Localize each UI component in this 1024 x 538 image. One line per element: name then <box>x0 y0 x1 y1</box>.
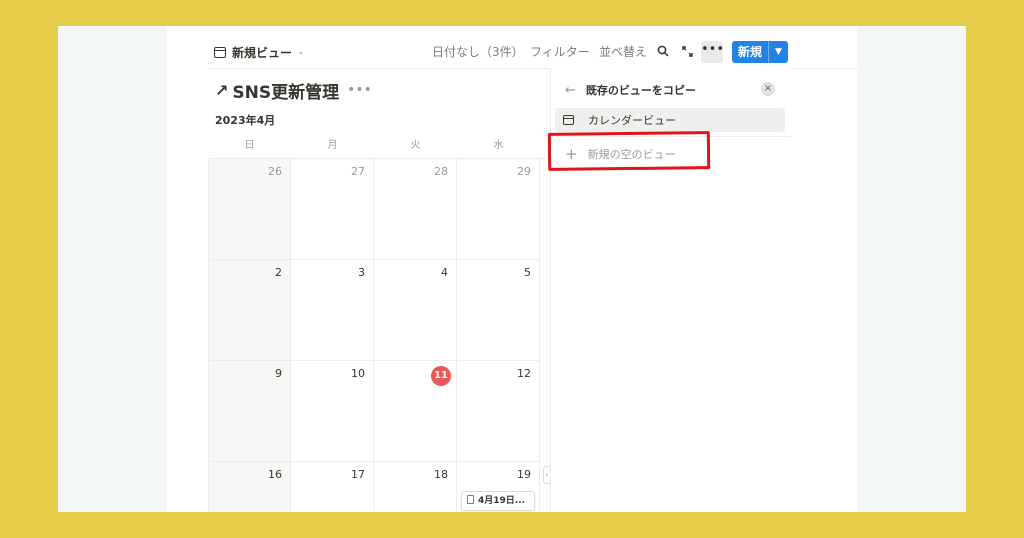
new-button-label: 新規 <box>737 45 762 59</box>
notion-window: 新規ビュー ⌄ 日付なし（3件） フィルター 並べ替え ••• 新規 ▼ ↗ S… <box>167 26 857 512</box>
new-button[interactable]: 新規 ▼ <box>732 41 788 63</box>
chevron-down-icon: ⌄ <box>297 47 305 57</box>
calendar-event-card[interactable]: 4月19日... <box>461 491 535 511</box>
event-title: 4月19日... <box>478 496 526 506</box>
expand-icon[interactable] <box>679 38 695 66</box>
weekday-sun: 日 <box>244 140 255 151</box>
page-title-text: SNS更新管理 <box>232 82 340 103</box>
calendar-day-cell[interactable]: 29 <box>457 159 540 260</box>
calendar-day-cell[interactable]: 17 <box>291 462 374 512</box>
day-number: 27 <box>351 165 365 178</box>
day-number: 29 <box>517 165 531 178</box>
today-marker: 11 <box>431 366 451 386</box>
search-icon[interactable] <box>655 38 671 66</box>
calendar-day-cell[interactable]: 9 <box>208 361 291 462</box>
day-number: 5 <box>524 266 531 279</box>
close-icon[interactable]: × <box>761 82 775 96</box>
more-options-button[interactable]: ••• <box>701 41 724 63</box>
database-toolbar: 新規ビュー ⌄ 日付なし（3件） フィルター 並べ替え ••• 新規 ▼ <box>167 38 857 66</box>
calendar-day-cell[interactable]: 2 <box>208 260 291 361</box>
highlight-annotation <box>547 131 711 171</box>
existing-view-label: カレンダービュー <box>588 114 676 127</box>
page-title[interactable]: ↗ SNS更新管理 ••• <box>215 78 372 103</box>
calendar-day-cell[interactable]: 5 <box>457 260 540 361</box>
page-icon <box>467 495 474 504</box>
back-arrow-icon[interactable]: ← <box>565 83 576 98</box>
panel-header: ← 既存のビューをコピー <box>565 80 696 100</box>
view-switcher-label: 新規ビュー <box>232 45 293 60</box>
calendar-day-cell[interactable]: 12 <box>457 361 540 462</box>
day-number: 18 <box>434 468 448 481</box>
calendar-grid: 26 27 28 29 2 3 4 5 9 10 11 12 16 17 18 … <box>208 158 550 512</box>
undated-items-button[interactable]: 日付なし（3件） <box>432 38 524 66</box>
day-number: 26 <box>268 165 282 178</box>
calendar-day-cell[interactable]: 18 <box>374 462 457 512</box>
day-number: 9 <box>275 367 282 380</box>
calendar-day-cell[interactable]: 11 <box>374 361 457 462</box>
sort-button[interactable]: 並べ替え <box>599 38 647 66</box>
calendar-icon <box>563 115 574 125</box>
day-number: 17 <box>351 468 365 481</box>
day-number: 4 <box>441 266 448 279</box>
day-number: 3 <box>358 266 365 279</box>
calendar-day-cell[interactable]: 3 <box>291 260 374 361</box>
day-number: 19 <box>517 468 531 481</box>
calendar-day-cell[interactable]: 10 <box>291 361 374 462</box>
weekday-tue: 火 <box>410 140 421 151</box>
view-switcher[interactable]: 新規ビュー ⌄ <box>214 38 305 66</box>
day-number: 12 <box>517 367 531 380</box>
day-number: 10 <box>351 367 365 380</box>
day-number: 16 <box>268 468 282 481</box>
title-more-icon[interactable]: ••• <box>347 82 372 98</box>
calendar-icon <box>214 46 226 58</box>
day-number: 2 <box>275 266 282 279</box>
calendar-day-cell[interactable]: 4 <box>374 260 457 361</box>
panel-title: 既存のビューをコピー <box>585 84 696 97</box>
link-arrow-icon: ↗ <box>215 80 229 100</box>
weekday-header: 日 月 火 水 <box>208 138 540 158</box>
day-number: 28 <box>434 165 448 178</box>
calendar-day-cell[interactable]: 16 <box>208 462 291 512</box>
calendar-day-cell[interactable]: 26 <box>208 159 291 260</box>
calendar-day-cell[interactable]: 28 <box>374 159 457 260</box>
existing-view-calendar[interactable]: カレンダービュー <box>555 108 785 132</box>
month-label: 2023年4月 <box>215 114 276 127</box>
calendar-day-cell[interactable]: 27 <box>291 159 374 260</box>
chevron-down-icon[interactable]: ▼ <box>769 41 788 63</box>
weekday-wed: 水 <box>493 140 504 151</box>
weekday-mon: 月 <box>327 140 338 151</box>
calendar-day-cell[interactable]: 19 4月19日... <box>457 462 540 512</box>
filter-button[interactable]: フィルター <box>530 38 590 66</box>
